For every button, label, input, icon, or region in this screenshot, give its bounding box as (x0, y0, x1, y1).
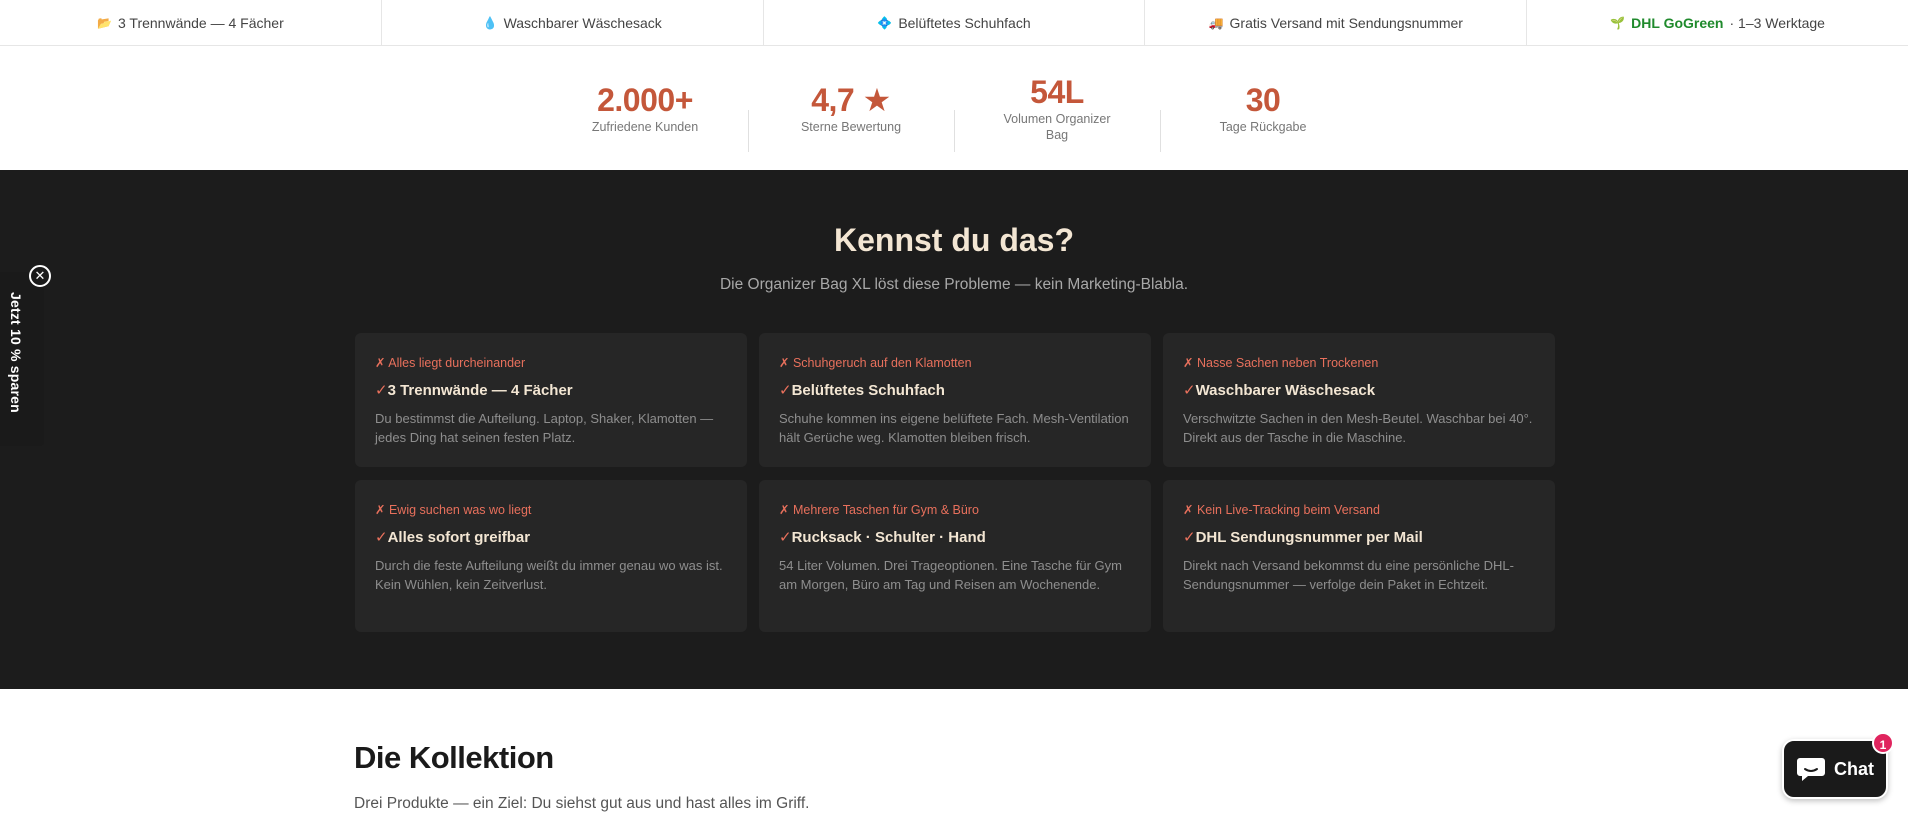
check-icon: ✓ (1183, 382, 1196, 399)
cross-icon: ✗ (375, 503, 386, 517)
feature-bar: 📂 3 Trennwände — 4 Fächer 💧 Waschbarer W… (0, 0, 1908, 46)
check-icon: ✓ (375, 529, 388, 546)
problem-card: ✗ Kein Live-Tracking beim Versand ✓DHL S… (1163, 480, 1555, 632)
stat-value: 4,7 ★ (811, 82, 891, 118)
dhl-gogreen-label: DHL GoGreen (1631, 14, 1724, 31)
sparkle-icon: 💠 (877, 15, 893, 30)
collection-title: Die Kollektion (354, 740, 554, 775)
chat-button[interactable]: Chat (1782, 739, 1888, 799)
solution-text: ✓Alles sofort greifbar (375, 529, 531, 546)
solution-text: ✓Waschbarer Wäschesack (1183, 382, 1376, 399)
problems-section: Kennst du das? Die Organizer Bag XL löst… (0, 170, 1908, 689)
feature-text: 3 Trennwände — 4 Fächer (117, 14, 284, 31)
problem-card: ✗ Nasse Sachen neben Trockenen ✓Waschbar… (1163, 333, 1555, 467)
problem-text: ✗ Alles liegt durcheinander (375, 356, 526, 370)
droplet-icon: 💧 (482, 15, 498, 30)
solution-description: 54 Liter Volumen. Drei Trageoptionen. Ei… (779, 558, 1123, 592)
stat-rating: 4,7 ★ Sterne Bewertung (748, 68, 954, 152)
cross-icon: ✗ (779, 356, 790, 370)
stats-row: 2.000+ Zufriedene Kunden 4,7 ★ Sterne Be… (0, 46, 1908, 170)
problem-card: ✗ Alles liegt durcheinander ✓3 Trennwänd… (355, 333, 747, 467)
stat-value: 2.000+ (597, 82, 693, 118)
stat-volume: 54L Volumen Organizer Bag (954, 68, 1160, 152)
folder-icon: 📂 (97, 15, 112, 30)
cross-icon: ✗ (1183, 356, 1194, 370)
chat-bubble-icon (1797, 758, 1825, 781)
problem-text: ✗ Schuhgeruch auf den Klamotten (779, 356, 972, 370)
stat-label: Volumen Organizer Bag (1003, 112, 1111, 142)
truck-icon: 🚚 (1208, 15, 1224, 30)
problem-text: ✗ Nasse Sachen neben Trockenen (1183, 356, 1379, 370)
feature-text: Waschbarer Wäschesack (503, 14, 662, 31)
stat-value: 54L (1030, 74, 1084, 110)
solution-text: ✓DHL Sendungsnummer per Mail (1183, 529, 1423, 546)
cross-icon: ✗ (779, 503, 790, 517)
close-icon[interactable]: ✕ (29, 265, 51, 287)
stat-label: Tage Rückgabe (1219, 120, 1307, 134)
check-icon: ✓ (779, 529, 792, 546)
solution-description: Du bestimmst die Aufteilung. Laptop, Sha… (375, 411, 714, 445)
problem-text: ✗ Ewig suchen was wo liegt (375, 503, 532, 517)
feature-item-shipping: 🚚 Gratis Versand mit Sendungsnummer (1145, 0, 1528, 45)
check-icon: ✓ (1183, 529, 1196, 546)
stat-label: Zufriedene Kunden (591, 120, 699, 134)
solution-text: ✓3 Trennwände — 4 Fächer (375, 382, 573, 399)
cross-icon: ✗ (375, 356, 386, 370)
feature-item-dhl-gogreen: 🌱 DHL GoGreen · 1–3 Werktage (1527, 0, 1908, 45)
check-icon: ✓ (375, 382, 388, 399)
check-icon: ✓ (779, 382, 792, 399)
solution-description: Schuhe kommen ins eigene belüftete Fach.… (779, 411, 1129, 445)
solution-text: ✓Belüftetes Schuhfach (779, 382, 945, 399)
stat-label: Sterne Bewertung (800, 120, 902, 134)
problem-text: ✗ Mehrere Taschen für Gym & Büro (779, 503, 979, 517)
solution-description: Durch die feste Aufteilung weißt du imme… (375, 558, 723, 592)
problem-card: ✗ Mehrere Taschen für Gym & Büro ✓Rucksa… (759, 480, 1151, 632)
chat-label: Chat (1834, 758, 1874, 779)
feature-text: Belüftetes Schuhfach (898, 14, 1031, 31)
problem-text: ✗ Kein Live-Tracking beim Versand (1183, 503, 1380, 517)
collection-subtitle: Drei Produkte — ein Ziel: Du siehst gut … (354, 795, 810, 812)
feature-item-shoe-compartment: 💠 Belüftetes Schuhfach (764, 0, 1146, 45)
feature-text: · 1–3 Werktage (1729, 14, 1825, 31)
feature-item-laundry-bag: 💧 Waschbarer Wäschesack (382, 0, 764, 45)
feature-text: Gratis Versand mit Sendungsnummer (1229, 14, 1463, 31)
cross-icon: ✗ (1183, 503, 1194, 517)
problem-card: ✗ Schuhgeruch auf den Klamotten ✓Belüfte… (759, 333, 1151, 467)
stat-returns: 30 Tage Rückgabe (1160, 68, 1366, 152)
solution-description: Direkt nach Versand bekommst du eine per… (1183, 558, 1514, 592)
stat-value: 30 (1245, 82, 1281, 118)
discount-side-tab[interactable]: Jetzt 10 % sparen (0, 272, 44, 446)
chat-notification-badge: 1 (1872, 732, 1894, 754)
solution-text: ✓Rucksack · Schulter · Hand (779, 529, 986, 546)
section-title: Kennst du das? (833, 222, 1074, 258)
solution-description: Verschwitzte Sachen in den Mesh-Beutel. … (1183, 411, 1533, 445)
section-subtitle: Die Organizer Bag XL löst diese Probleme… (719, 276, 1189, 293)
stat-customers: 2.000+ Zufriedene Kunden (542, 68, 748, 148)
problem-card: ✗ Ewig suchen was wo liegt ✓Alles sofort… (355, 480, 747, 632)
sprout-icon: 🌱 (1610, 15, 1626, 30)
feature-item-dividers: 📂 3 Trennwände — 4 Fächer (0, 0, 382, 45)
discount-tab-label: Jetzt 10 % sparen (8, 292, 24, 413)
